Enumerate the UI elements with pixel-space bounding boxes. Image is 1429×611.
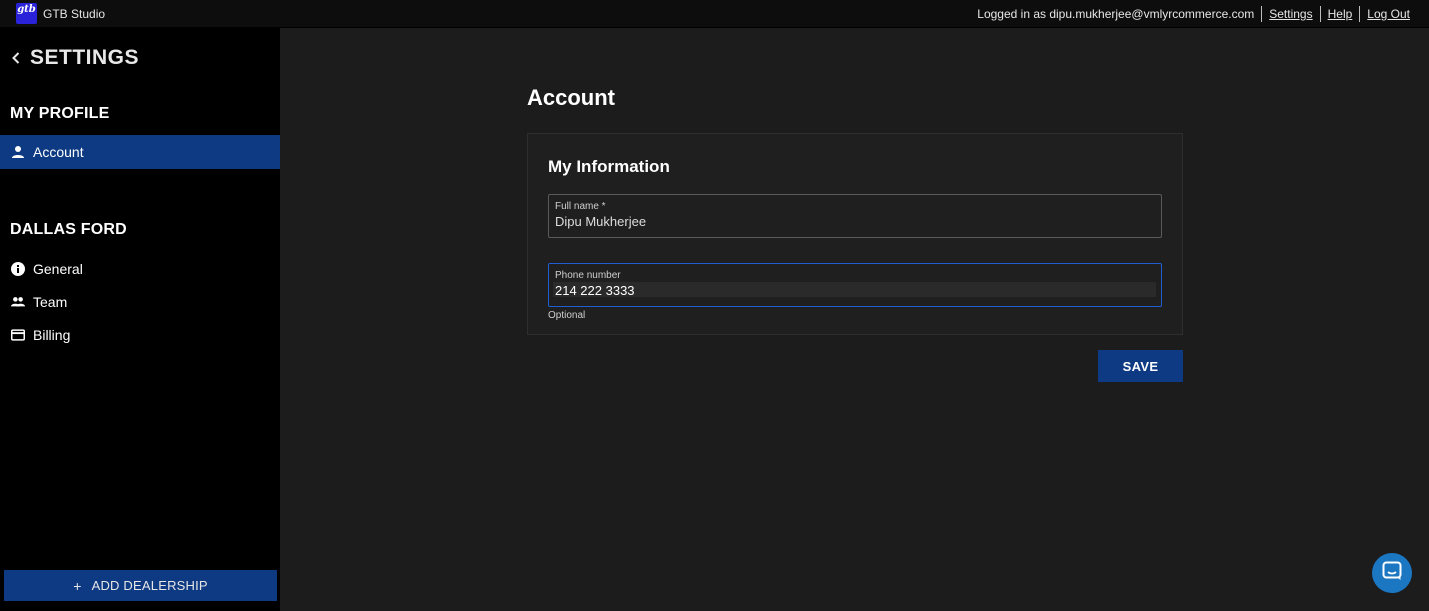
settings-link[interactable]: Settings	[1269, 7, 1312, 21]
people-icon	[11, 295, 25, 309]
divider	[1319, 6, 1321, 22]
sidebar-item-label: Account	[33, 144, 84, 160]
sidebar-item-billing[interactable]: Billing	[0, 318, 280, 352]
my-information-card: My Information Full name * Dipu Mukherje…	[527, 133, 1183, 335]
card-title: My Information	[548, 157, 670, 176]
settings-title: SETTINGS	[30, 46, 140, 69]
sidebar-item-label: General	[33, 261, 83, 277]
app-title: GTB Studio	[43, 7, 106, 21]
divider	[1359, 6, 1361, 22]
logo-text: gtb	[17, 4, 36, 15]
my-profile-heading: MY PROFILE	[10, 105, 110, 122]
phone-number-label: Phone number	[555, 270, 621, 281]
phone-helper-text: Optional	[548, 310, 586, 321]
logout-link[interactable]: Log Out	[1367, 7, 1410, 21]
sidebar: SETTINGS MY PROFILE Account DALLAS FORD …	[0, 28, 280, 611]
full-name-value[interactable]: Dipu Mukherjee	[555, 214, 646, 229]
chevron-left-icon	[10, 51, 22, 65]
app-logo[interactable]: gtb	[16, 3, 37, 24]
sidebar-item-label: Billing	[33, 327, 71, 343]
chat-launcher-button[interactable]	[1372, 553, 1412, 593]
full-name-label: Full name *	[555, 201, 606, 212]
save-button[interactable]: SAVE	[1098, 350, 1183, 382]
add-dealership-label: ADD DEALERSHIP	[91, 578, 208, 593]
user-menu: Logged in as dipu.mukherjee@vmlyrcommerc…	[977, 6, 1410, 22]
settings-back-button[interactable]: SETTINGS	[10, 46, 139, 70]
divider	[1261, 6, 1263, 22]
sidebar-item-team[interactable]: Team	[0, 285, 280, 319]
sidebar-item-account[interactable]: Account	[0, 135, 280, 169]
add-dealership-button[interactable]: + ADD DEALERSHIP	[4, 570, 277, 601]
phone-number-field[interactable]: Phone number 214 222 3333	[548, 263, 1162, 307]
page-title: Account	[527, 85, 615, 110]
dealership-heading: DALLAS FORD	[10, 221, 127, 238]
logged-in-text: Logged in as dipu.mukherjee@vmlyrcommerc…	[977, 7, 1255, 21]
sidebar-item-general[interactable]: General	[0, 252, 280, 286]
chat-icon	[1382, 561, 1402, 586]
info-icon	[11, 262, 25, 276]
top-bar: gtb GTB Studio Logged in as dipu.mukherj…	[0, 0, 1429, 28]
phone-number-value: 214 222 3333	[555, 283, 635, 298]
plus-icon: +	[73, 577, 82, 594]
help-link[interactable]: Help	[1328, 7, 1353, 21]
person-icon	[11, 145, 25, 159]
credit-card-icon	[11, 328, 25, 342]
sidebar-item-label: Team	[33, 294, 68, 310]
phone-number-input[interactable]: 214 222 3333	[553, 282, 1156, 298]
full-name-field[interactable]: Full name * Dipu Mukherjee	[548, 194, 1162, 238]
